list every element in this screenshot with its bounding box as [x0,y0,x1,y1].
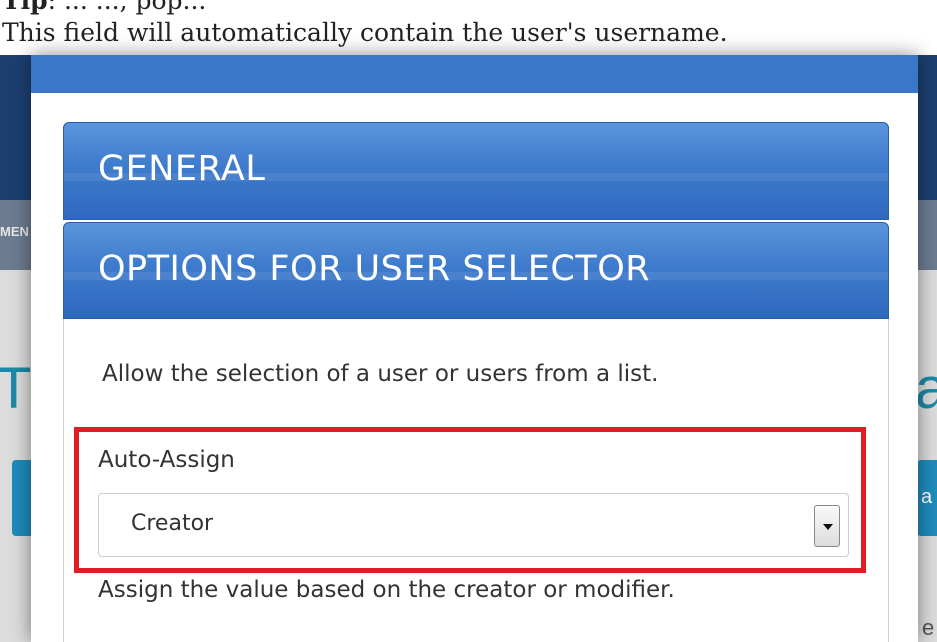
background-button-right: a [917,460,937,536]
auto-assign-value: Creator [131,511,214,536]
cut-off-line: Tip: ... ..., pop... [2,0,207,15]
panel-general-title: GENERAL [98,149,266,189]
document-text: Tip: ... ..., pop... This field will aut… [0,0,937,55]
background-fragment: e [922,615,935,640]
modal-header-bar [31,55,918,93]
nav-fragment: MEN [0,224,29,239]
auto-assign-help: Assign the value based on the creator or… [98,577,675,603]
background-title-left: T [0,356,32,421]
auto-assign-select[interactable]: Creator [98,493,849,557]
panel-description: Allow the selection of a user or users f… [102,361,659,387]
caption-text: This field will automatically contain th… [2,18,728,47]
panel-options-title: OPTIONS FOR USER SELECTOR [98,249,651,289]
auto-assign-label: Auto-Assign [98,447,235,473]
background-title-right: a [915,356,937,421]
panel-general-header[interactable]: GENERAL [63,122,889,220]
chevron-down-icon[interactable] [814,505,840,547]
field-settings-modal: GENERAL OPTIONS FOR USER SELECTOR Allow … [31,55,918,642]
panel-options-header[interactable]: OPTIONS FOR USER SELECTOR [63,222,889,319]
